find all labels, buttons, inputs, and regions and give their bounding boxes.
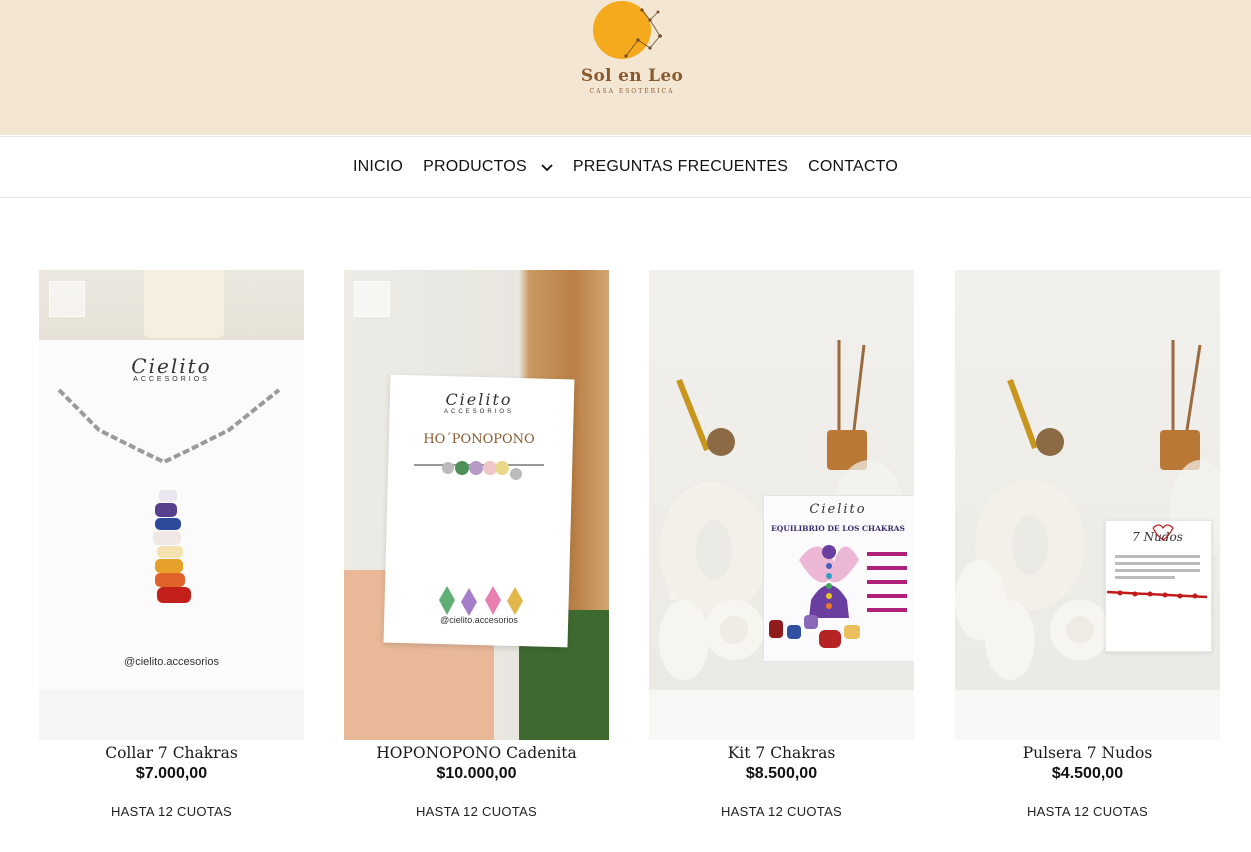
installments-label: HASTA 12 CUOTAS bbox=[720, 804, 843, 819]
nav-item-contacto[interactable]: CONTACTO bbox=[808, 158, 898, 176]
brand-tagline: CASA ESOTÉRICA bbox=[589, 88, 675, 95]
product-price: $4.500,00 bbox=[1051, 765, 1124, 782]
necklace-illustration bbox=[57, 388, 281, 603]
product-card[interactable]: Cielito EQUILIBRIO DE LOS CHAKRAS Kit 7 … bbox=[649, 270, 914, 819]
nav-label: CONTACTO bbox=[808, 158, 899, 175]
nav-item-preguntas-frecuentes[interactable]: PREGUNTAS FRECUENTES bbox=[573, 158, 788, 176]
nav-label: PRODUCTOS bbox=[423, 158, 527, 175]
brand-logo[interactable]: Sol en Leo CASA ESOTÉRICA bbox=[570, 0, 690, 110]
site-header: Sol en Leo CASA ESOTÉRICA bbox=[0, 0, 1251, 135]
chevron-down-icon bbox=[541, 164, 553, 172]
chakra-figure-illustration bbox=[769, 545, 907, 648]
card-handle: @cielito.accesorios bbox=[124, 656, 219, 668]
installments-label: HASTA 12 CUOTAS bbox=[1026, 804, 1149, 819]
product-name[interactable]: Kit 7 Chakras bbox=[649, 744, 914, 762]
red-thread-illustration bbox=[1106, 524, 1208, 599]
nav-item-inicio[interactable]: INICIO bbox=[353, 158, 403, 176]
product-card[interactable]: Cielito ACCESORIOS HO´PONOPONO @cielito.… bbox=[344, 270, 609, 819]
product-card[interactable]: Cielito ACCESORIOS @cielito.accesorios C… bbox=[39, 270, 304, 819]
product-image[interactable]: Cielito ACCESORIOS @cielito.accesorios bbox=[39, 270, 304, 740]
main-nav: INICIO PRODUCTOS PREGUNTAS FRECUENTES CO… bbox=[0, 136, 1251, 198]
product-price: $10.000,00 bbox=[436, 765, 517, 782]
product-image[interactable]: Cielito EQUILIBRIO DE LOS CHAKRAS bbox=[649, 270, 914, 740]
bracelet-illustration bbox=[414, 461, 544, 616]
installments-label: HASTA 12 CUOTAS bbox=[415, 804, 538, 819]
brand-name: Sol en Leo bbox=[580, 66, 684, 86]
nav-item-productos[interactable]: PRODUCTOS bbox=[423, 158, 553, 176]
product-name[interactable]: HOPONOPONO Cadenita bbox=[344, 744, 609, 762]
sun-constellation-icon bbox=[593, 1, 662, 59]
product-name[interactable]: Pulsera 7 Nudos bbox=[955, 744, 1220, 762]
product-name[interactable]: Collar 7 Chakras bbox=[39, 744, 304, 762]
nav-label: PREGUNTAS FRECUENTES bbox=[572, 158, 789, 175]
product-card[interactable]: 7 Nudos Pulsera 7 Nudos $4.500,00 HASTA … bbox=[955, 270, 1220, 819]
product-price: $7.000,00 bbox=[135, 765, 208, 782]
product-image[interactable]: 7 Nudos bbox=[955, 270, 1220, 740]
product-image[interactable]: Cielito ACCESORIOS HO´PONOPONO @cielito.… bbox=[344, 270, 609, 740]
nav-label: INICIO bbox=[352, 158, 404, 175]
product-price: $8.500,00 bbox=[745, 765, 818, 782]
installments-label: HASTA 12 CUOTAS bbox=[110, 804, 233, 819]
card-handle: @cielito.accesorios bbox=[440, 615, 518, 625]
